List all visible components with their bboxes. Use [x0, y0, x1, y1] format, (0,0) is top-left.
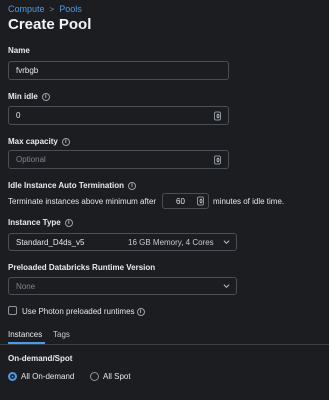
breadcrumb: Compute > Pools: [8, 4, 82, 14]
instance-type-label: Instance Type i: [8, 218, 73, 227]
max-capacity-label: Max capacity i: [8, 137, 70, 146]
min-idle-value: 0: [16, 111, 21, 120]
chevron-down-icon: [223, 240, 230, 245]
info-icon[interactable]: i: [136, 307, 145, 316]
photon-checkbox[interactable]: [8, 306, 17, 315]
name-field[interactable]: fvrbgb: [8, 61, 229, 80]
chevron-right-icon: >: [49, 4, 55, 14]
min-idle-input[interactable]: 0: [8, 106, 229, 125]
all-spot-radio[interactable]: [90, 372, 99, 381]
termination-minutes-input[interactable]: 60: [162, 193, 209, 209]
instance-type-spec: 16 GB Memory, 4 Cores: [128, 238, 214, 247]
min-idle-label: Min idle i: [8, 92, 50, 101]
stepper-icon[interactable]: [214, 155, 221, 164]
auto-termination-prefix: Terminate instances above minimum after: [8, 197, 157, 206]
termination-minutes-value: 60: [176, 196, 185, 206]
instance-type-label-text: Instance Type: [8, 218, 61, 227]
breadcrumb-compute-link[interactable]: Compute: [8, 4, 45, 14]
min-idle-label-text: Min idle: [8, 92, 38, 101]
on-demand-spot-label-text: On-demand/Spot: [8, 354, 73, 363]
max-capacity-input[interactable]: Optional: [8, 150, 229, 169]
breadcrumb-pools-link[interactable]: Pools: [59, 4, 82, 14]
page-title: Create Pool: [8, 16, 92, 33]
name-label: Name: [8, 46, 30, 55]
info-icon[interactable]: i: [61, 137, 70, 146]
all-spot-label: All Spot: [103, 372, 131, 381]
stepper-icon[interactable]: [214, 111, 221, 120]
auto-termination-label: Idle Instance Auto Termination i: [8, 181, 137, 190]
name-field-value: fvrbgb: [16, 66, 39, 75]
all-on-demand-radio[interactable]: [8, 372, 17, 381]
stepper-icon[interactable]: [197, 196, 204, 206]
on-demand-spot-label: On-demand/Spot: [8, 354, 72, 363]
instance-type-select[interactable]: Standard_D4ds_v5 16 GB Memory, 4 Cores: [8, 233, 237, 251]
tab-tags[interactable]: Tags: [53, 330, 70, 339]
tab-instances[interactable]: Instances: [8, 330, 42, 339]
max-capacity-placeholder: Optional: [16, 155, 46, 164]
chevron-down-icon: [223, 284, 230, 289]
auto-termination-suffix: minutes of idle time.: [213, 197, 285, 206]
max-capacity-label-text: Max capacity: [8, 137, 58, 146]
all-on-demand-label: All On-demand: [21, 372, 75, 381]
instance-type-value: Standard_D4ds_v5: [16, 237, 85, 247]
photon-label-text: Use Photon preloaded runtimes: [22, 307, 135, 316]
info-icon[interactable]: i: [41, 92, 50, 101]
name-label-text: Name: [8, 46, 30, 55]
tabs-divider: [0, 344, 329, 345]
runtime-select[interactable]: None: [8, 277, 237, 295]
info-icon[interactable]: i: [128, 181, 137, 190]
runtime-value: None: [16, 281, 36, 291]
runtime-label-text: Preloaded Databricks Runtime Version: [8, 263, 156, 272]
info-icon[interactable]: i: [64, 218, 73, 227]
photon-label: Use Photon preloaded runtimes i: [22, 307, 145, 316]
runtime-label: Preloaded Databricks Runtime Version: [8, 263, 155, 272]
auto-termination-label-text: Idle Instance Auto Termination: [8, 181, 125, 190]
